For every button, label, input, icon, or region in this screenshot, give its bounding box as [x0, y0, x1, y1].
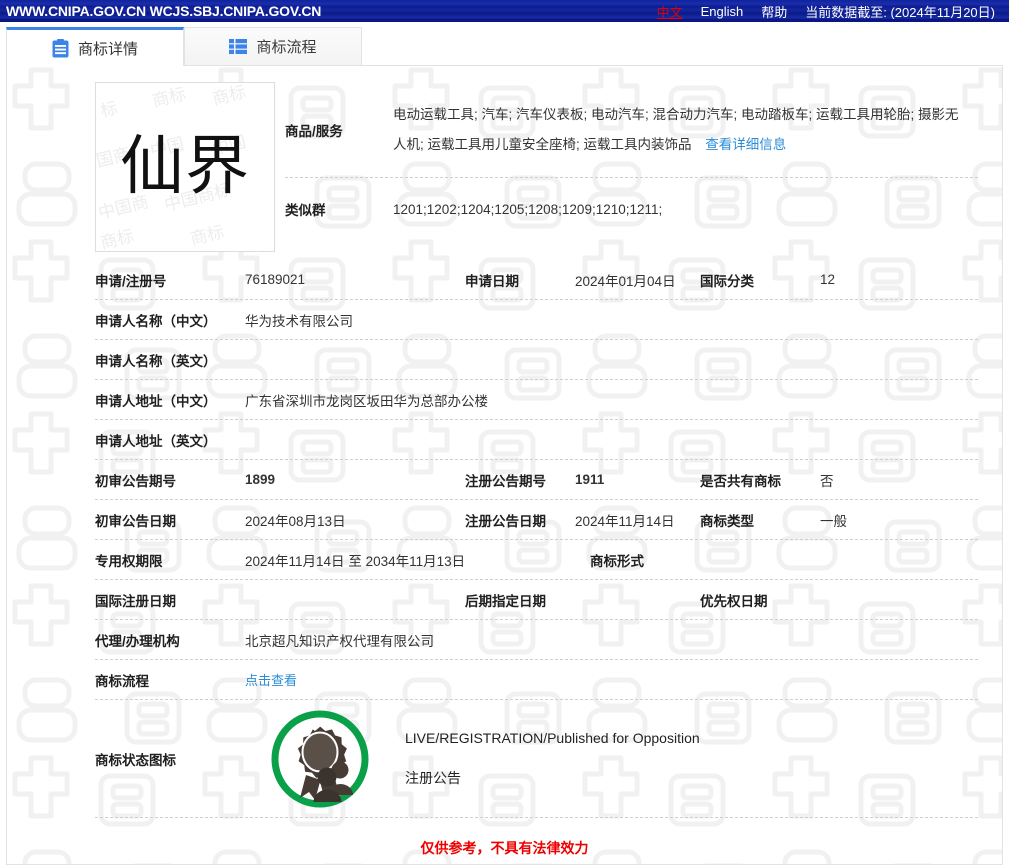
applicant-name-en-label: 申请人名称（英文） [95, 353, 217, 369]
status-text-english: LIVE/REGISTRATION/Published for Oppositi… [405, 729, 700, 746]
tab-trademark-process[interactable]: 商标流程 [184, 27, 362, 65]
trademark-mark-text: 仙界 [120, 130, 250, 204]
table-row: 专用权期限 2024年11月14日 至 2034年11月13日 商标形式 [95, 540, 978, 580]
svg-text:标: 标 [98, 98, 119, 122]
trademark-status-row: 商标状态图标 LIVE/REGISTRATION/Published for O… [95, 700, 978, 818]
status-text-block: LIVE/REGISTRATION/Published for Oppositi… [395, 730, 700, 788]
exclusive-period-label: 专用权期限 [95, 553, 163, 569]
view-details-link[interactable]: 查看详细信息 [705, 137, 786, 152]
award-badge-icon [271, 710, 369, 807]
shared-trademark-value: 否 [820, 473, 834, 489]
svg-text:商标: 商标 [150, 84, 188, 112]
top-bar: WWW.CNIPA.GOV.CN WCJS.SBJ.CNIPA.GOV.CN 中… [0, 0, 1009, 22]
application-date-value: 2024年01月04日 [575, 273, 676, 289]
similar-groups-value: 1201;1202;1204;1205;1208;1209;1210;1211; [393, 201, 663, 217]
trademark-detail-card: 标 商标 商标 国商 中国 中国 中国商 中国商标 商标 商标 仙界 商品/服务… [6, 65, 1003, 865]
trademark-form-label: 商标形式 [590, 553, 644, 569]
status-badge [245, 707, 395, 811]
legal-disclaimer: 仅供参考，不具有法律效力 [420, 840, 589, 856]
tab-trademark-details[interactable]: 商标详情 [6, 27, 184, 66]
tab-label: 商标流程 [256, 39, 317, 56]
applicant-name-cn-label: 申请人名称（中文） [95, 313, 217, 329]
applicant-name-cn-value: 华为技术有限公司 [245, 313, 353, 329]
goods-services-row: 商品/服务 电动运载工具; 汽车; 汽车仪表板; 电动汽车; 混合动力汽车; 电… [285, 82, 978, 178]
applicant-address-cn-label: 申请人地址（中文） [95, 393, 217, 409]
site-url-text: WWW.CNIPA.GOV.CN WCJS.SBJ.CNIPA.GOV.CN [6, 3, 322, 19]
svg-text:商标: 商标 [98, 226, 136, 251]
shared-trademark-label: 是否共有商标 [700, 473, 781, 489]
table-row: 申请人地址（英文） [95, 420, 978, 460]
goods-services-text: 电动运载工具; 汽车; 汽车仪表板; 电动汽车; 混合动力汽车; 电动踏板车; … [393, 106, 959, 152]
similar-groups-label: 类似群 [285, 203, 326, 218]
trademark-image: 标 商标 商标 国商 中国 中国 中国商 中国商标 商标 商标 仙界 [95, 82, 275, 252]
similar-groups-row: 类似群 1201;1202;1204;1205;1208;1209;1210;1… [285, 178, 978, 240]
preliminary-date-value: 2024年08月13日 [245, 513, 346, 529]
trademark-process-label: 商标流程 [95, 673, 149, 689]
applicant-address-cn-value: 广东省深圳市龙岗区坂田华为总部办公楼 [245, 393, 488, 409]
preliminary-date-label: 初审公告日期 [95, 513, 176, 529]
table-row: 申请/注册号 76189021 申请日期 2024年01月04日 国际分类 12 [95, 260, 978, 300]
table-row: 申请人名称（中文） 华为技术有限公司 [95, 300, 978, 340]
table-row: 初审公告日期 2024年08月13日 注册公告日期 2024年11月14日 商标… [95, 500, 978, 540]
application-number-label: 申请/注册号 [95, 273, 167, 289]
table-row: 商标流程 点击查看 [95, 660, 978, 700]
goods-services-block: 商品/服务 电动运载工具; 汽车; 汽车仪表板; 电动汽车; 混合动力汽车; 电… [285, 82, 1002, 252]
svg-text:商标: 商标 [210, 83, 248, 110]
agent-value: 北京超凡知识产权代理有限公司 [245, 633, 434, 649]
status-text-chinese: 注册公告 [405, 769, 461, 786]
data-cutoff-text: 当前数据截至: (2024年11月20日) [805, 4, 995, 20]
preliminary-issue-label: 初审公告期号 [95, 473, 176, 489]
tab-label: 商标详情 [77, 40, 138, 58]
goods-services-label: 商品/服务 [285, 123, 343, 139]
card-content: 标 商标 商标 国商 中国 中国 中国商 中国商标 商标 商标 仙界 商品/服务… [7, 66, 1002, 818]
international-registration-date-label: 国际注册日期 [95, 593, 176, 609]
trademark-type-label: 商标类型 [700, 513, 754, 529]
registration-issue-value: 1911 [575, 472, 605, 487]
detail-table: 申请/注册号 76189021 申请日期 2024年01月04日 国际分类 12… [95, 260, 978, 818]
application-number-value: 76189021 [245, 272, 306, 287]
preliminary-issue-value: 1899 [245, 472, 276, 487]
registration-issue-label: 注册公告期号 [465, 473, 546, 489]
table-row: 国际注册日期 后期指定日期 优先权日期 [95, 580, 978, 620]
international-class-value: 12 [820, 272, 836, 287]
trademark-process-value: 点击查看 [245, 670, 978, 689]
table-row: 申请人地址（中文） 广东省深圳市龙岗区坂田华为总部办公楼 [95, 380, 978, 420]
language-english-link[interactable]: English [701, 4, 744, 19]
svg-text:商标: 商标 [188, 222, 226, 250]
registration-date-label: 注册公告日期 [465, 513, 546, 529]
applicant-address-en-label: 申请人地址（英文） [95, 433, 217, 449]
table-row: 代理/办理机构 北京超凡知识产权代理有限公司 [95, 620, 978, 660]
priority-date-label: 优先权日期 [700, 593, 768, 609]
help-link[interactable]: 帮助 [761, 2, 787, 21]
trademark-type-value: 一般 [820, 513, 847, 529]
registration-date-value: 2024年11月14日 [575, 513, 675, 529]
trademark-status-label: 商标状态图标 [95, 752, 176, 768]
subsequent-designation-date-label: 后期指定日期 [465, 593, 546, 609]
click-to-view-link[interactable]: 点击查看 [245, 673, 297, 688]
exclusive-period-value: 2024年11月14日 至 2034年11月13日 [245, 553, 466, 569]
clipboard-icon [52, 38, 69, 58]
table-row: 申请人名称（英文） [95, 340, 978, 380]
application-date-label: 申请日期 [465, 273, 519, 289]
agent-label: 代理/办理机构 [95, 633, 180, 649]
list-grid-icon [229, 39, 248, 54]
language-chinese-link[interactable]: 中文 [657, 2, 683, 21]
mark-and-goods-section: 标 商标 商标 国商 中国 中国 中国商 中国商标 商标 商标 仙界 商品/服务… [7, 66, 1002, 252]
top-bar-links: 中文 English 帮助 当前数据截至: (2024年11月20日) [657, 2, 995, 21]
international-class-label: 国际分类 [700, 273, 754, 289]
goods-services-value: 电动运载工具; 汽车; 汽车仪表板; 电动汽车; 混合动力汽车; 电动踏板车; … [393, 100, 978, 160]
tab-bar: 商标详情 商标流程 [6, 27, 1009, 66]
table-row: 初审公告期号 1899 注册公告期号 1911 是否共有商标 否 [95, 460, 978, 500]
